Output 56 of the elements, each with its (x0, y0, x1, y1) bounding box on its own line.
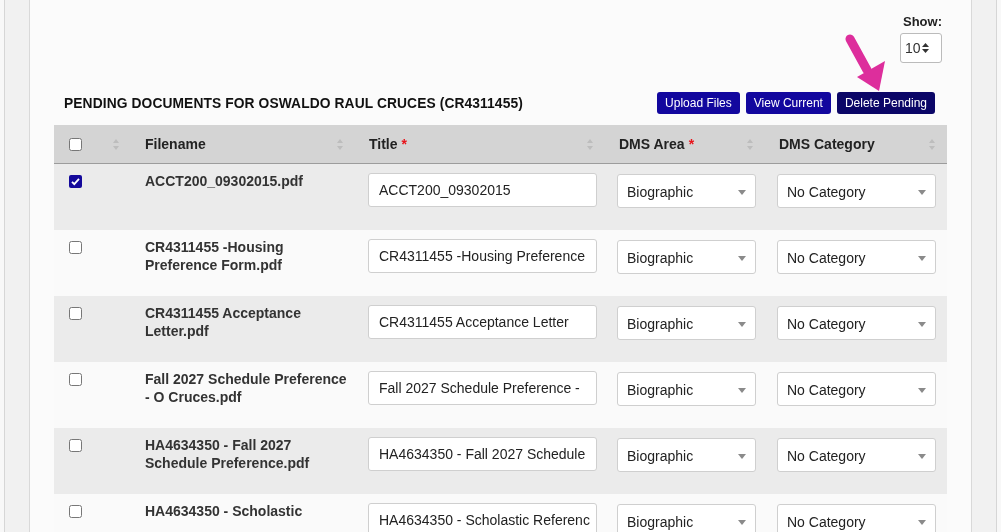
title-field[interactable]: HA4634350 - Scholastic Referenc (368, 503, 597, 532)
page-size-select[interactable]: 10 (900, 33, 942, 63)
column-header[interactable]: DMS Category (779, 136, 875, 152)
caret-icon (918, 453, 926, 459)
dms-area-select[interactable]: Biographic (617, 372, 756, 406)
dms-area-select[interactable]: Biographic (617, 240, 756, 274)
dms-category-select[interactable]: No Category (777, 306, 936, 340)
title-field[interactable]: ACCT200_09302015 (368, 173, 597, 207)
filename-text: CR4311455 Acceptance Letter.pdf (145, 305, 301, 339)
column-header[interactable]: DMS Area (619, 136, 685, 152)
show-label: Show: (903, 14, 942, 30)
caret-icon (738, 519, 746, 525)
checkbox[interactable] (69, 373, 82, 386)
dms-category-select[interactable]: No Category (777, 240, 936, 274)
caret-icon (918, 189, 926, 195)
dms-category-select[interactable]: No Category (777, 372, 936, 406)
dms-area-select[interactable]: Biographic (617, 174, 756, 208)
filename-text: CR4311455 -Housing Preference Form.pdf (145, 239, 284, 273)
title-field[interactable]: HA4634350 - Fall 2027 Schedule (368, 437, 597, 471)
action-button[interactable]: Delete Pending (836, 92, 935, 114)
caret-icon (918, 255, 926, 261)
dms-category-select[interactable]: No Category (777, 438, 936, 472)
filename-text: HA4634350 - Fall 2027 Schedule Preference.pdf (145, 437, 310, 471)
action-button[interactable]: Upload Files (657, 92, 740, 114)
caret-icon (738, 321, 746, 327)
checkbox[interactable] (69, 175, 82, 188)
dms-area-select[interactable]: Biographic (617, 438, 756, 472)
checkbox[interactable] (69, 137, 82, 151)
checkbox[interactable] (69, 505, 82, 518)
caret-icon (918, 519, 926, 525)
checkbox[interactable] (69, 439, 82, 452)
filename-text: Fall 2027 Schedule Preference - O Cruces.pdf (145, 371, 347, 405)
title-field[interactable]: CR4311455 -Housing Preference (368, 239, 597, 273)
column-header[interactable]: Title (369, 136, 398, 152)
updown-arrows-icon (921, 43, 929, 53)
caret-icon (738, 453, 746, 459)
dms-category-select[interactable]: No Category (777, 174, 936, 208)
title-field[interactable]: CR4311455 Acceptance Letter (368, 305, 597, 339)
caret-icon (918, 387, 926, 393)
filename-text: HA4634350 - Scholastic (145, 503, 303, 519)
required-asterisk: * (688, 136, 695, 152)
dms-category-select[interactable]: No Category (777, 504, 936, 532)
caret-icon (918, 321, 926, 327)
action-button[interactable]: View Current (745, 92, 831, 114)
caret-icon (738, 189, 746, 195)
title-field[interactable]: Fall 2027 Schedule Preference - (368, 371, 597, 405)
checkbox[interactable] (69, 307, 82, 320)
dms-area-select[interactable]: Biographic (617, 504, 756, 532)
filename-text: ACCT200_09302015.pdf (145, 173, 303, 189)
required-asterisk: * (401, 136, 407, 152)
caret-icon (738, 255, 746, 261)
section-heading: PENDING DOCUMENTS FOR OSWALDO RAUL CRUCES (CR4311455) (64, 95, 523, 111)
checkbox[interactable] (69, 241, 82, 254)
dms-area-select[interactable]: Biographic (617, 306, 756, 340)
caret-icon (738, 387, 746, 393)
column-header[interactable]: Filename (145, 136, 206, 152)
